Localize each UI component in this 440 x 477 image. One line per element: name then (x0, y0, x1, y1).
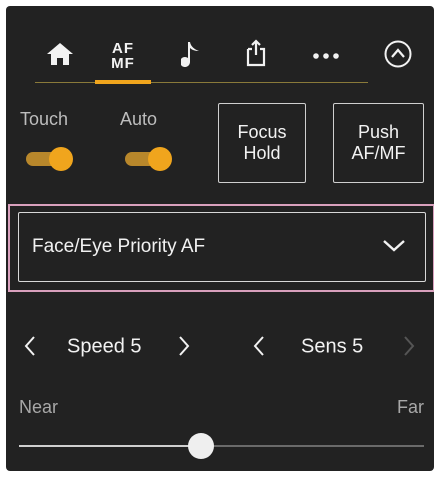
focus-hold-line1: Focus (237, 122, 287, 142)
speed-decrease-button[interactable] (23, 335, 37, 362)
active-tab-indicator (95, 80, 151, 84)
share-icon (241, 38, 271, 74)
speed-increase-button[interactable] (177, 335, 191, 362)
speed-label: Speed 5 (67, 335, 142, 358)
tab-more[interactable] (306, 36, 346, 76)
chevron-down-icon (382, 238, 406, 259)
toggle-knob (148, 147, 172, 171)
touch-label: Touch (20, 109, 69, 129)
home-icon (46, 41, 74, 72)
more-icon (312, 47, 340, 65)
focus-slider-knob[interactable] (188, 433, 215, 459)
sens-decrease-button[interactable] (252, 335, 266, 362)
far-label: Far (397, 397, 424, 417)
auto-label: Auto (120, 109, 158, 129)
tab-audio[interactable] (172, 36, 212, 76)
touch-toggle[interactable] (26, 147, 73, 171)
tab-af-mf[interactable]: AF MF (99, 36, 147, 76)
sens-label: Sens 5 (301, 335, 364, 358)
chevron-up-circle-icon (383, 39, 413, 74)
push-af-mf-button[interactable]: Push AF/MF (333, 103, 424, 183)
tab-share[interactable] (234, 36, 278, 76)
push-af-mf-line1: Push (357, 122, 400, 142)
focus-slider-fill (19, 445, 202, 447)
auto-toggle[interactable] (125, 147, 172, 171)
tab-divider (35, 82, 368, 83)
focus-mode-value: Face/Eye Priority AF (32, 236, 206, 257)
toggle-knob (49, 147, 73, 171)
focus-hold-button[interactable]: Focus Hold (218, 103, 306, 183)
af-control-panel: AF MF Touch Auto Focus Hold Push AF/MF F… (6, 6, 434, 471)
push-af-mf-line2: AF/MF (351, 143, 406, 163)
tab-home[interactable] (38, 36, 82, 76)
near-label: Near (19, 397, 59, 417)
mf-label: MF (111, 55, 135, 72)
collapse-button[interactable] (378, 36, 418, 76)
af-label: AF (112, 40, 134, 57)
focus-hold-line2: Hold (243, 143, 281, 163)
music-note-icon (180, 39, 203, 74)
sens-increase-button (402, 335, 416, 362)
